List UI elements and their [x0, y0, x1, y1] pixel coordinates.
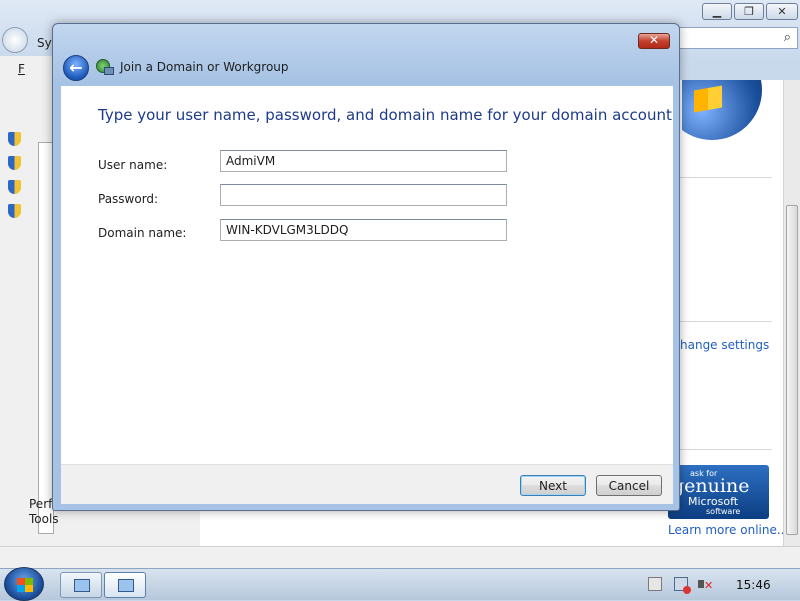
dialog-close-button[interactable]: ✕ — [638, 33, 670, 49]
next-button[interactable]: Next — [520, 475, 586, 496]
clock[interactable]: 15:46 — [736, 578, 771, 592]
domain-name-label: Domain name: — [98, 226, 187, 240]
taskbar-app-server-manager[interactable] — [60, 572, 102, 598]
system-tray: ✕ 15:46 — [642, 569, 800, 601]
start-button[interactable] — [4, 567, 44, 601]
genuine-word: genuine — [672, 475, 750, 497]
username-label: User name: — [98, 158, 168, 172]
domain-name-input[interactable] — [220, 219, 507, 241]
taskbar-app-system[interactable] — [104, 572, 146, 598]
back-arrow-icon: ← — [69, 58, 83, 77]
password-label: Password: — [98, 192, 159, 206]
minimize-icon: ▁ — [712, 5, 722, 18]
action-center-icon[interactable] — [648, 577, 662, 591]
menu-bar — [0, 56, 52, 80]
network-join-icon — [96, 59, 114, 77]
system-icon — [118, 579, 134, 592]
nav-back-button[interactable] — [2, 27, 28, 53]
password-input[interactable] — [220, 184, 507, 206]
scrollbar-thumb[interactable] — [786, 205, 798, 535]
learn-more-link[interactable]: Learn more online... — [668, 523, 788, 537]
minimize-button[interactable]: ▁ — [702, 3, 732, 20]
search-icon[interactable]: ⌕ — [784, 30, 791, 45]
restore-icon: ❐ — [744, 5, 754, 18]
server-manager-icon — [74, 579, 90, 592]
join-domain-dialog: ✕ ← Join a Domain or Workgroup Type your… — [52, 23, 680, 511]
windows-logo — [682, 80, 764, 140]
search-box[interactable]: ⌕ — [676, 27, 798, 49]
change-settings-link[interactable]: hange settings — [680, 338, 769, 352]
network-icon[interactable] — [674, 577, 691, 594]
separator — [678, 321, 772, 322]
dialog-title: Join a Domain or Workgroup — [120, 60, 289, 74]
uac-shield-icon[interactable] — [8, 156, 21, 170]
scrollbar[interactable] — [783, 80, 800, 546]
uac-shield-icon[interactable] — [8, 132, 21, 146]
genuine-software: software — [706, 507, 741, 516]
volume-muted-icon[interactable]: ✕ — [698, 577, 713, 592]
close-icon: ✕ — [777, 5, 787, 18]
dialog-body: Type your user name, password, and domai… — [61, 86, 673, 464]
cancel-button[interactable]: Cancel — [596, 475, 662, 496]
username-input[interactable] — [220, 150, 507, 172]
separator — [678, 449, 772, 450]
menu-file[interactable]: F — [18, 62, 25, 76]
separator — [678, 177, 772, 178]
genuine-microsoft-logo: ask for genuine Microsoft software — [668, 465, 769, 519]
instruction-heading: Type your user name, password, and domai… — [98, 106, 672, 124]
taskbar: ✕ 15:46 — [0, 567, 800, 601]
back-button[interactable]: ← — [63, 55, 89, 81]
uac-shield-icon[interactable] — [8, 204, 21, 218]
window-close-button[interactable]: ✕ — [766, 3, 798, 20]
status-bar — [0, 546, 800, 568]
close-icon: ✕ — [648, 33, 660, 47]
dialog-footer: Next Cancel — [61, 464, 673, 504]
maximize-button[interactable]: ❐ — [734, 3, 764, 20]
uac-shield-icon[interactable] — [8, 180, 21, 194]
